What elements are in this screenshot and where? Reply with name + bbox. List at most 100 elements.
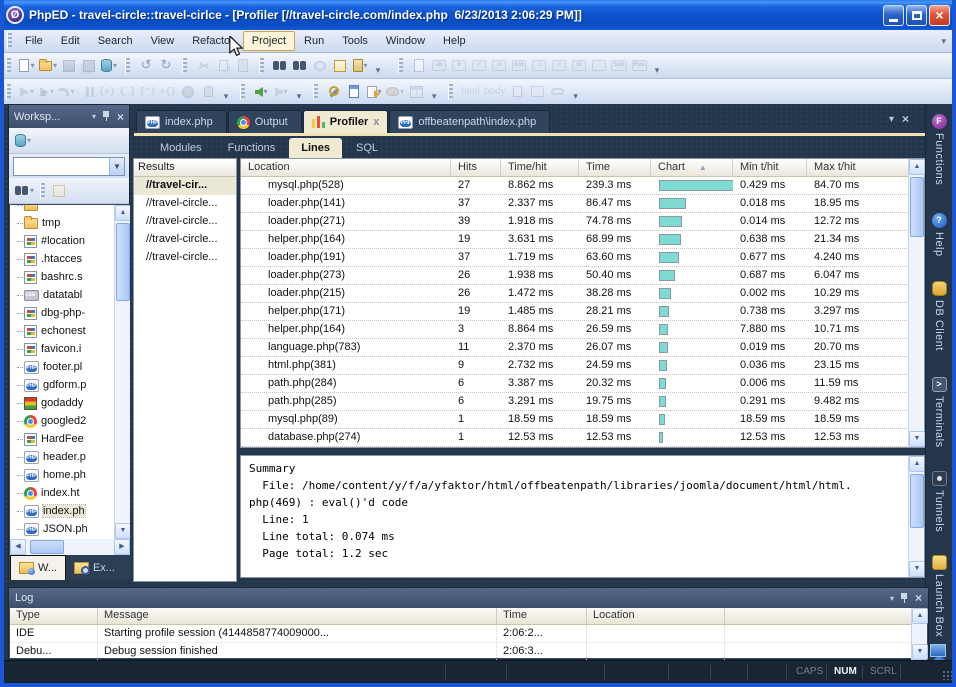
menubar-overflow-icon[interactable]: ▾: [941, 36, 946, 47]
tree-item[interactable]: bashrc.s: [16, 268, 130, 286]
table-row[interactable]: mysql.php(89) 1 18.59 ms 18.59 ms 18.59 …: [241, 411, 909, 429]
table-row[interactable]: html.php(381) 9 2.732 ms 24.59 ms 0.036 …: [241, 357, 909, 375]
undo-icon[interactable]: ↺: [136, 56, 156, 76]
text-field-icon[interactable]: ab: [429, 56, 449, 76]
tree-hscrollbar[interactable]: ◀ ▶: [10, 539, 130, 555]
tree-scrollbar[interactable]: ▲ ▼: [114, 205, 130, 539]
tree-item[interactable]: dbg-php-: [16, 304, 130, 322]
log-column-message[interactable]: Message: [98, 608, 497, 624]
grid-icon[interactable]: #: [449, 56, 469, 76]
clipboard-history-icon[interactable]: [350, 56, 370, 76]
scroll-down-icon[interactable]: ▼: [909, 561, 925, 577]
rail-tab[interactable]: Functions: [932, 114, 947, 185]
scroll-down-icon[interactable]: ▼: [912, 644, 928, 660]
table-row[interactable]: loader.php(215) 26 1.472 ms 38.28 ms 0.0…: [241, 285, 909, 303]
copy-markup-icon[interactable]: [508, 82, 528, 102]
summary-scrollbar[interactable]: ▲ ▼: [908, 456, 924, 577]
nav-forward-icon[interactable]: [271, 82, 291, 102]
maximize-button[interactable]: [906, 5, 927, 26]
remote-monitor-icon[interactable]: [930, 644, 946, 657]
rail-tab[interactable]: Help: [932, 213, 947, 257]
pause-icon[interactable]: [77, 82, 97, 102]
table-row[interactable]: loader.php(191) 37 1.719 ms 63.60 ms 0.6…: [241, 249, 909, 267]
close-button[interactable]: ×: [929, 5, 950, 26]
tree-item[interactable]: index.ph: [16, 502, 130, 520]
table-row[interactable]: helper.php(164) 19 3.631 ms 68.99 ms 0.6…: [241, 231, 909, 249]
tree-item[interactable]: googled2: [16, 412, 130, 430]
table-row[interactable]: mysql.php(528) 27 8.862 ms 239.3 ms 0.42…: [241, 177, 909, 195]
log-column-time[interactable]: Time: [497, 608, 587, 624]
rail-tab[interactable]: DB Client: [932, 281, 947, 351]
column-header-time[interactable]: Time: [579, 159, 651, 176]
minimize-button[interactable]: [883, 5, 904, 26]
menu-item[interactable]: Run: [295, 31, 333, 51]
submit-icon[interactable]: Sub: [609, 56, 629, 76]
tree-item[interactable]: .htacces: [16, 250, 130, 268]
html-tag-button[interactable]: html: [459, 82, 482, 102]
step-out-icon[interactable]: {^}: [138, 82, 158, 102]
tree-item[interactable]: header.p: [16, 448, 130, 466]
column-header-time-hit[interactable]: Time/hit: [501, 159, 579, 176]
save-all-icon[interactable]: [79, 56, 99, 76]
column-header-min[interactable]: Min t/hit: [733, 159, 807, 176]
run-profile-icon[interactable]: [57, 82, 77, 102]
find-icon[interactable]: [270, 56, 290, 76]
tab-list-icon[interactable]: ▾: [889, 114, 894, 125]
menu-item[interactable]: View: [142, 31, 184, 51]
workspace-bottom-tab[interactable]: W...: [10, 555, 66, 580]
pin-icon[interactable]: [102, 111, 111, 122]
reset-icon[interactable]: Res: [629, 56, 649, 76]
tree-item[interactable]: datatabl: [16, 286, 130, 304]
log-scrollbar[interactable]: ▲ ▼: [911, 608, 927, 660]
scroll-thumb[interactable]: [116, 223, 130, 301]
panel-menu-icon[interactable]: ▾: [92, 112, 96, 121]
scroll-up-icon[interactable]: ▲: [909, 456, 925, 472]
editor-tab[interactable]: Profiler x: [303, 110, 389, 133]
find-in-workspace-icon[interactable]: [13, 181, 36, 201]
toolbar-overflow-icon[interactable]: ▾: [651, 65, 663, 78]
menu-item[interactable]: Tools: [333, 31, 377, 51]
resize-grip[interactable]: [942, 670, 952, 680]
redo-icon[interactable]: ↻: [156, 56, 176, 76]
workspace-filter-combobox[interactable]: ▼: [13, 157, 125, 176]
step-into-icon[interactable]: {+}: [97, 82, 117, 102]
tree-item[interactable]: index.ht: [16, 484, 130, 502]
menu-item[interactable]: Edit: [52, 31, 89, 51]
tree-item[interactable]: [16, 205, 130, 214]
insert-image-icon[interactable]: [528, 82, 548, 102]
toolbar-overflow-icon[interactable]: ▾: [293, 91, 305, 104]
layout-icon[interactable]: [406, 82, 426, 102]
locate-file-icon[interactable]: [49, 181, 69, 201]
table-row[interactable]: loader.php(271) 39 1.918 ms 74.78 ms 0.0…: [241, 213, 909, 231]
tree-item[interactable]: HardFee: [16, 430, 130, 448]
scroll-up-icon[interactable]: ▲: [115, 205, 130, 221]
column-header-chart[interactable]: Chart▲: [651, 159, 733, 176]
column-header-location[interactable]: Location: [241, 159, 451, 176]
combobox-icon[interactable]: ≡: [549, 56, 569, 76]
scroll-up-icon[interactable]: ▲: [912, 608, 928, 624]
rail-tab[interactable]: Launch Box: [932, 555, 947, 637]
log-column-type[interactable]: Type: [10, 608, 98, 624]
code-doc-icon[interactable]: [344, 82, 364, 102]
run-icon[interactable]: [17, 82, 37, 102]
combo-dropdown-icon[interactable]: ▼: [109, 158, 124, 175]
close-panel-icon[interactable]: ×: [117, 111, 124, 123]
pin-icon[interactable]: [900, 593, 909, 604]
log-column-location[interactable]: Location: [587, 608, 725, 624]
tree-item[interactable]: JSON.ph: [16, 520, 130, 538]
rail-tab[interactable]: Tunnels: [932, 471, 947, 532]
scroll-right-icon[interactable]: ▶: [114, 539, 130, 555]
table-row[interactable]: database.php(274) 1 12.53 ms 12.53 ms 12…: [241, 429, 909, 447]
result-item[interactable]: //travel-circle...: [134, 213, 236, 231]
toolbar-overflow-icon[interactable]: ▾: [372, 65, 384, 78]
replace-icon[interactable]: [310, 56, 330, 76]
close-tab-icon[interactable]: x: [373, 116, 379, 128]
open-file-icon[interactable]: [37, 56, 59, 76]
form-doc-icon[interactable]: [409, 56, 429, 76]
highlight-icon[interactable]: [384, 82, 406, 102]
embedded-view-icon[interactable]: [330, 56, 350, 76]
tree-item[interactable]: home.ph: [16, 466, 130, 484]
checkbox-icon[interactable]: ✓: [469, 56, 489, 76]
log-row[interactable]: Debu... Debug session finished 2:06:3...: [10, 643, 927, 661]
result-item[interactable]: //travel-circle...: [134, 231, 236, 249]
